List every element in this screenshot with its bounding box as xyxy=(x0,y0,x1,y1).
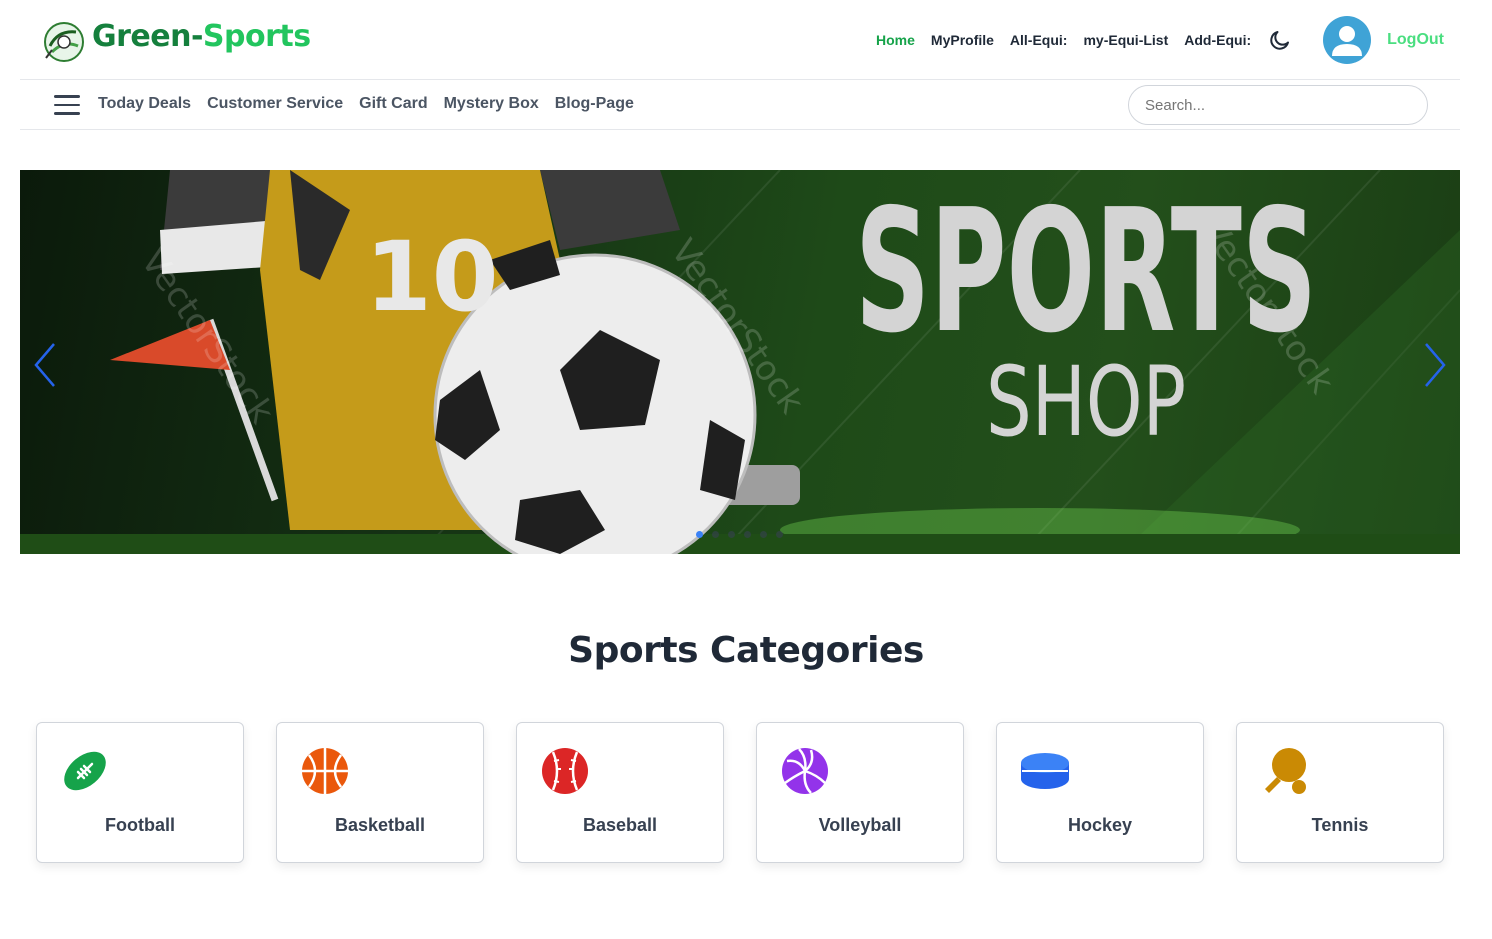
hockey-puck-icon xyxy=(1021,747,1069,795)
hero-carousel: VectorStock VectorStock VectorStock 10 S… xyxy=(20,170,1460,554)
category-label: Hockey xyxy=(1067,815,1133,835)
category-grid: Football Basketball Baseball Volleyball … xyxy=(36,722,1476,863)
baseball-icon xyxy=(541,747,589,795)
secondary-nav: Today Deals Customer Service Gift Card M… xyxy=(20,81,1460,130)
link-today-deals[interactable]: Today Deals xyxy=(98,95,191,113)
category-card-football[interactable]: Football xyxy=(36,722,244,863)
category-card-basketball[interactable]: Basketball xyxy=(276,722,484,863)
carousel-pagination xyxy=(696,531,792,538)
category-card-tennis[interactable]: Tennis xyxy=(1236,722,1444,863)
nav-all-equipment[interactable]: All-Equi: xyxy=(1010,32,1068,48)
category-label: Baseball xyxy=(582,815,658,835)
basketball-icon xyxy=(301,747,349,795)
carousel-dot[interactable] xyxy=(696,531,703,538)
main-nav: Home MyProfile All-Equi: my-Equi-List Ad… xyxy=(860,16,1444,64)
logout-button[interactable]: LogOut xyxy=(1387,31,1444,49)
category-card-volleyball[interactable]: Volleyball xyxy=(756,722,964,863)
banner-headline: SPORTS xyxy=(855,173,1317,371)
category-label: Tennis xyxy=(1311,815,1369,835)
section-title: Sports Categories xyxy=(568,630,924,671)
nav-my-profile[interactable]: MyProfile xyxy=(931,32,994,48)
jersey-number: 10 xyxy=(365,221,499,333)
carousel-dot[interactable] xyxy=(744,531,751,538)
user-avatar-icon[interactable] xyxy=(1323,16,1372,64)
link-customer-service[interactable]: Customer Service xyxy=(207,95,343,113)
table-tennis-icon xyxy=(1261,747,1309,795)
link-blog-page[interactable]: Blog-Page xyxy=(555,95,634,113)
category-label: Football xyxy=(105,815,175,835)
banner-subheadline: SHOP xyxy=(986,346,1186,458)
brand-name-part1: Green- xyxy=(92,19,203,54)
moon-icon[interactable] xyxy=(1267,27,1293,53)
search-input[interactable] xyxy=(1128,85,1428,125)
banner-image: VectorStock VectorStock VectorStock 10 S… xyxy=(20,170,1460,554)
carousel-dot[interactable] xyxy=(712,531,719,538)
carousel-dot[interactable] xyxy=(776,531,783,538)
nav-my-equipment-list[interactable]: my-Equi-List xyxy=(1083,32,1168,48)
logo-icon[interactable] xyxy=(42,20,86,64)
link-gift-card[interactable]: Gift Card xyxy=(359,95,427,113)
category-card-hockey[interactable]: Hockey xyxy=(996,722,1204,863)
nav-home[interactable]: Home xyxy=(876,32,915,48)
category-card-baseball[interactable]: Baseball xyxy=(516,722,724,863)
carousel-dot[interactable] xyxy=(760,531,767,538)
category-label: Basketball xyxy=(334,815,426,835)
carousel-next-icon[interactable] xyxy=(1420,340,1450,390)
site-header: Green-Sports Home MyProfile All-Equi: my… xyxy=(20,0,1460,80)
link-mystery-box[interactable]: Mystery Box xyxy=(444,95,539,113)
carousel-dot[interactable] xyxy=(728,531,735,538)
carousel-prev-icon[interactable] xyxy=(30,340,60,390)
volleyball-icon xyxy=(781,747,829,795)
brand-name-part2: Sports xyxy=(202,19,311,54)
secondary-links: Today Deals Customer Service Gift Card M… xyxy=(98,95,650,113)
nav-add-equipment[interactable]: Add-Equi: xyxy=(1184,32,1251,48)
brand-name[interactable]: Green-Sports xyxy=(92,19,311,54)
football-icon xyxy=(61,747,109,795)
hamburger-menu-icon[interactable] xyxy=(54,95,80,115)
category-label: Volleyball xyxy=(818,815,902,835)
